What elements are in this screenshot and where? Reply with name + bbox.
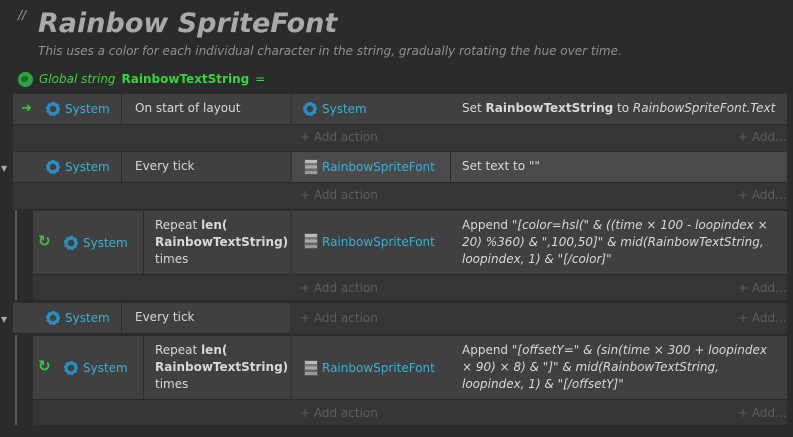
add-action-link[interactable]: + Add action — [300, 406, 378, 420]
event-2-action-row[interactable]: RainbowSpriteFont Set text to "" — [292, 152, 787, 183]
action-text: Set RainbowTextString to RainbowSpriteFo… — [462, 100, 775, 117]
collapse-toggle-icon[interactable]: ▼ — [1, 164, 7, 173]
action-verb: Append — [462, 343, 512, 357]
gear-icon — [45, 159, 61, 175]
action-verb: Append — [462, 218, 512, 232]
spritefont-icon — [304, 360, 318, 376]
action-text: Append "[color=hsl(" & ((time × 100 - lo… — [462, 217, 780, 268]
divider — [121, 303, 122, 333]
divider — [121, 152, 122, 182]
action-object-name: System — [322, 102, 367, 116]
comment-marker: // — [18, 8, 27, 22]
add-action-link[interactable]: + Add action — [300, 281, 378, 295]
add-action-link[interactable]: + Add action — [300, 311, 378, 325]
add-more-link[interactable]: + Add... — [738, 281, 787, 295]
condition-text: Every tick — [135, 159, 195, 173]
condition-suffix: times — [155, 252, 189, 266]
action-object-name: RainbowSpriteFont — [322, 160, 435, 174]
divider — [143, 211, 144, 274]
divider — [450, 152, 451, 182]
add-action-link[interactable]: + Add action — [300, 130, 378, 144]
global-variable-suffix: = — [255, 72, 266, 86]
divider — [121, 94, 122, 124]
condition-text: Repeat len( RainbowTextString) times — [155, 217, 288, 268]
collapse-toggle-icon[interactable]: ▼ — [1, 315, 7, 324]
condition-object-name: System — [65, 311, 110, 325]
event-3-condition-row[interactable]: ↻ System Repeat len( RainbowTextString) … — [33, 211, 290, 275]
event-1-action-row[interactable]: System Set RainbowTextString to RainbowS… — [292, 94, 787, 125]
spritefont-icon — [304, 233, 318, 249]
add-action-link[interactable]: + Add action — [300, 188, 378, 202]
gear-icon — [45, 310, 61, 326]
sub-event-branch-line — [15, 210, 17, 300]
trigger-arrow-icon: ➜ — [21, 101, 32, 116]
gear-icon — [63, 235, 79, 251]
add-more-link[interactable]: + Add... — [738, 130, 787, 144]
global-variable-name: RainbowTextString — [121, 72, 250, 86]
add-more-link[interactable]: + Add... — [738, 188, 787, 202]
action-expression: RainbowSpriteFont.Text — [632, 101, 776, 115]
spritefont-icon — [304, 159, 318, 175]
action-object-name: RainbowSpriteFont — [322, 235, 435, 249]
page-title: Rainbow SpriteFont — [38, 8, 338, 39]
action-connector: to — [613, 101, 633, 115]
action-variable: RainbowTextString — [485, 101, 614, 115]
gear-icon — [302, 101, 318, 117]
action-text: Set text to "" — [462, 159, 540, 173]
gear-icon — [45, 101, 61, 117]
condition-object-name: System — [65, 102, 110, 116]
condition-text: On start of layout — [135, 101, 241, 115]
condition-object-name: System — [83, 361, 128, 375]
action-text: Append "[offsetY=" & (sin(time × 300 + l… — [462, 342, 780, 393]
loop-icon: ↻ — [38, 357, 51, 375]
sub-event-branch-line — [15, 335, 17, 425]
action-verb: Set — [462, 101, 486, 115]
condition-text: Repeat len( RainbowTextString) times — [155, 342, 288, 393]
globe-icon — [18, 71, 33, 87]
global-variable[interactable]: Global string RainbowTextString = — [18, 70, 265, 88]
event-5-action-row[interactable]: RainbowSpriteFont Append "[offsetY=" & (… — [292, 336, 787, 400]
add-more-link[interactable]: + Add... — [738, 406, 787, 420]
action-object-name: RainbowSpriteFont — [322, 361, 435, 375]
condition-verb: Repeat — [155, 343, 202, 357]
gear-icon — [63, 360, 79, 376]
condition-object-name: System — [83, 236, 128, 250]
loop-icon: ↻ — [38, 232, 51, 250]
event-2-condition-row[interactable]: System Every tick — [13, 152, 290, 183]
event-1-condition-row[interactable]: ➜ System On start of layout — [13, 94, 290, 125]
condition-suffix: times — [155, 377, 189, 391]
condition-verb: Repeat — [155, 218, 202, 232]
event-5-condition-row[interactable]: ↻ System Repeat len( RainbowTextString) … — [33, 336, 290, 400]
global-variable-prefix: Global string — [39, 72, 116, 86]
comment-text[interactable]: This uses a color for each individual ch… — [38, 44, 622, 58]
condition-object-name: System — [65, 160, 110, 174]
condition-text: Every tick — [135, 310, 195, 324]
event-3-action-row[interactable]: RainbowSpriteFont Append "[color=hsl(" &… — [292, 211, 787, 275]
divider — [143, 336, 144, 399]
add-more-link[interactable]: + Add... — [738, 311, 787, 325]
event-4-condition-row[interactable]: System Every tick — [13, 303, 290, 334]
